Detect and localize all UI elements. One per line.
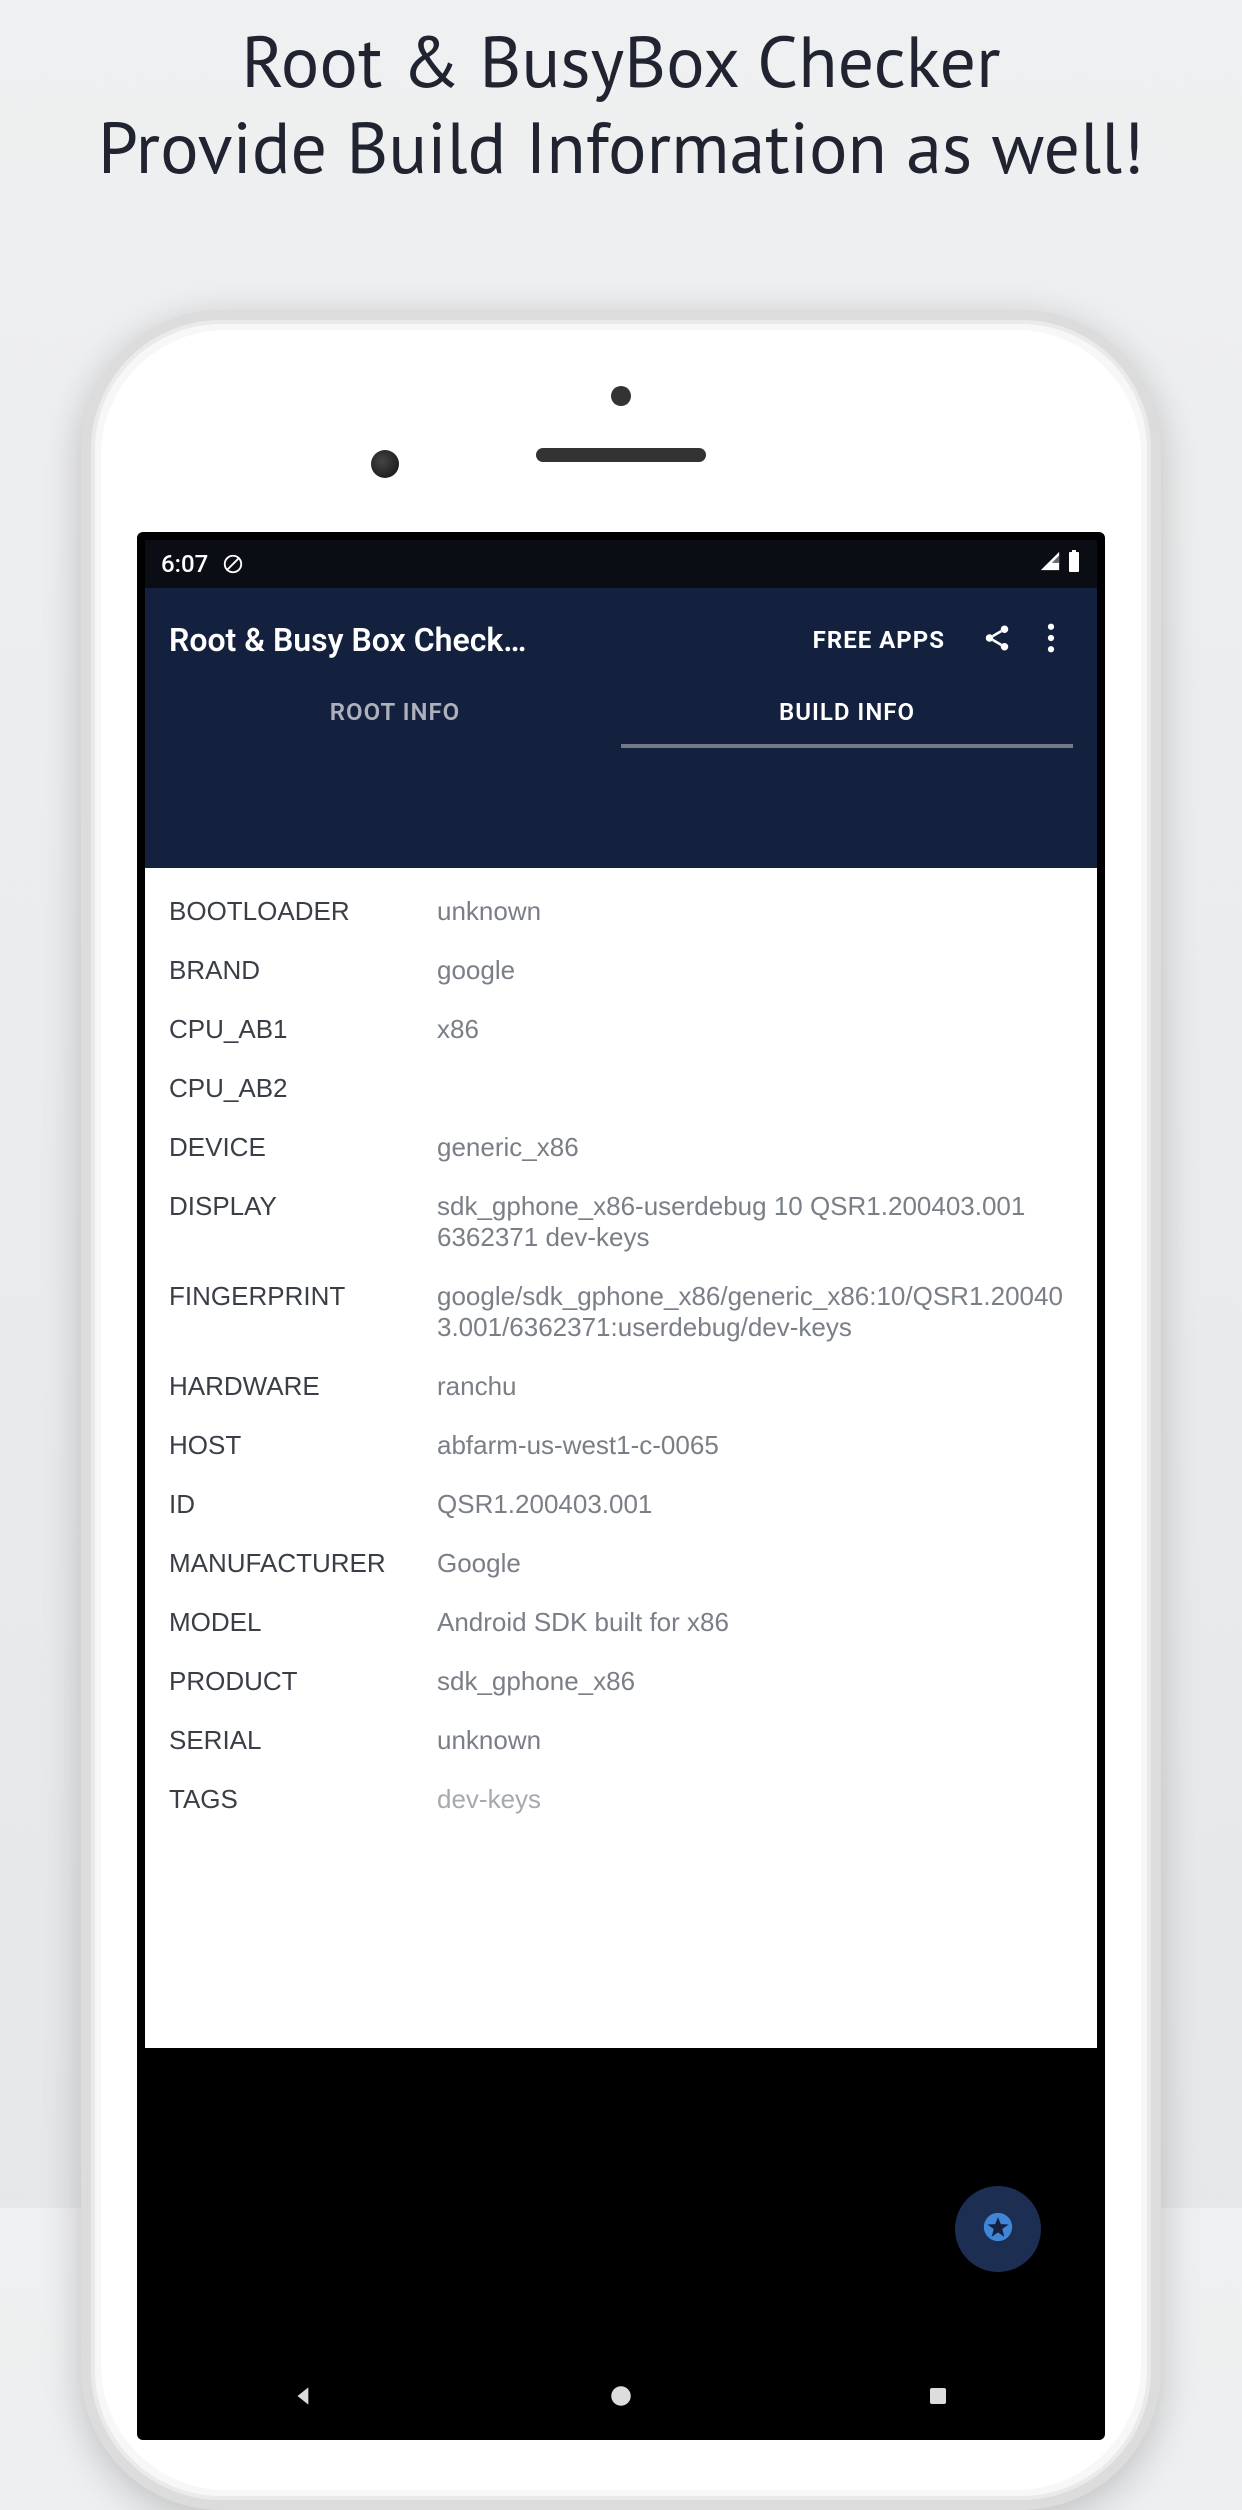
list-item: SERIALunknown — [169, 1725, 1073, 1756]
list-item: CPU_AB2 — [169, 1073, 1073, 1104]
appbar-spacer — [145, 748, 1097, 868]
nav-back-button[interactable] — [284, 2378, 324, 2418]
item-key: HOST — [169, 1430, 437, 1461]
item-key: DISPLAY — [169, 1191, 437, 1253]
phone-sensor-dot — [611, 386, 631, 406]
item-value: google/sdk_gphone_x86/generic_x86:10/QSR… — [437, 1281, 1073, 1343]
item-key: DEVICE — [169, 1132, 437, 1163]
item-key: SERIAL — [169, 1725, 437, 1756]
item-key: BOOTLOADER — [169, 896, 437, 927]
tab-bar: ROOT INFO BUILD INFO — [169, 680, 1073, 748]
tab-root-info[interactable]: ROOT INFO — [169, 680, 621, 748]
share-icon — [982, 623, 1012, 657]
item-key: BRAND — [169, 955, 437, 986]
item-value: sdk_gphone_x86 — [437, 1666, 1073, 1697]
item-value: abfarm-us-west1-c-0065 — [437, 1430, 1073, 1461]
app-bar: Root & Busy Box Check… FREE APPS — [145, 588, 1097, 748]
item-value: QSR1.200403.001 — [437, 1489, 1073, 1520]
item-key: CPU_AB1 — [169, 1014, 437, 1045]
promo-header: Root & BusyBox Checker Provide Build Inf… — [0, 0, 1242, 191]
free-apps-button[interactable]: FREE APPS — [813, 626, 945, 654]
item-key: MANUFACTURER — [169, 1548, 437, 1579]
list-item: HOSTabfarm-us-west1-c-0065 — [169, 1430, 1073, 1461]
star-icon — [981, 2210, 1015, 2248]
list-item: MODELAndroid SDK built for x86 — [169, 1607, 1073, 1638]
list-item: MANUFACTURERGoogle — [169, 1548, 1073, 1579]
list-item: DISPLAYsdk_gphone_x86-userdebug 10 QSR1.… — [169, 1191, 1073, 1253]
android-nav-bar — [145, 2364, 1097, 2432]
share-button[interactable] — [975, 618, 1019, 662]
phone-frame: 6:07 Root & Busy Box Check… FREE APPS — [81, 310, 1161, 2510]
cellular-signal-icon — [1039, 550, 1061, 578]
battery-full-icon — [1067, 549, 1081, 579]
do-not-disturb-icon — [222, 553, 244, 575]
list-item: PRODUCTsdk_gphone_x86 — [169, 1666, 1073, 1697]
phone-screen: 6:07 Root & Busy Box Check… FREE APPS — [137, 532, 1105, 2440]
item-value: sdk_gphone_x86-userdebug 10 QSR1.200403.… — [437, 1191, 1073, 1253]
back-triangle-icon — [291, 2383, 317, 2413]
app-title: Root & Busy Box Check… — [169, 621, 813, 659]
item-value: Google — [437, 1548, 1073, 1579]
item-key: TAGS — [169, 1784, 437, 1815]
item-key: CPU_AB2 — [169, 1073, 437, 1104]
item-key: ID — [169, 1489, 437, 1520]
list-item: HARDWAREranchu — [169, 1371, 1073, 1402]
list-item: DEVICEgeneric_x86 — [169, 1132, 1073, 1163]
item-value: generic_x86 — [437, 1132, 1073, 1163]
build-info-list[interactable]: BOOTLOADERunknown BRANDgoogle CPU_AB1x86… — [145, 868, 1097, 2048]
item-value: dev-keys — [437, 1784, 1073, 1815]
item-value: unknown — [437, 896, 1073, 927]
recent-square-icon — [926, 2384, 950, 2412]
phone-camera — [371, 450, 399, 478]
promo-line1: Root & BusyBox Checker — [20, 18, 1222, 104]
item-value: x86 — [437, 1014, 1073, 1045]
item-value: unknown — [437, 1725, 1073, 1756]
item-value: ranchu — [437, 1371, 1073, 1402]
item-value — [437, 1073, 1073, 1104]
nav-home-button[interactable] — [601, 2378, 641, 2418]
home-circle-icon — [608, 2383, 634, 2413]
status-time: 6:07 — [161, 550, 208, 578]
item-key: PRODUCT — [169, 1666, 437, 1697]
status-bar: 6:07 — [145, 540, 1097, 588]
list-item: IDQSR1.200403.001 — [169, 1489, 1073, 1520]
list-item: BOOTLOADERunknown — [169, 896, 1073, 927]
list-item: CPU_AB1x86 — [169, 1014, 1073, 1045]
list-item: BRANDgoogle — [169, 955, 1073, 986]
item-value: Android SDK built for x86 — [437, 1607, 1073, 1638]
overflow-menu-button[interactable] — [1029, 618, 1073, 662]
list-item: FINGERPRINTgoogle/sdk_gphone_x86/generic… — [169, 1281, 1073, 1343]
item-value: google — [437, 955, 1073, 986]
item-key: FINGERPRINT — [169, 1281, 437, 1343]
item-key: HARDWARE — [169, 1371, 437, 1402]
phone-speaker — [536, 448, 706, 462]
fab-button[interactable] — [955, 2186, 1041, 2272]
more-vert-icon — [1047, 623, 1055, 657]
tab-build-info[interactable]: BUILD INFO — [621, 680, 1073, 748]
list-item: TAGSdev-keys — [169, 1784, 1073, 1815]
item-key: MODEL — [169, 1607, 437, 1638]
promo-line2: Provide Build Information as well! — [20, 104, 1222, 190]
nav-recent-button[interactable] — [918, 2378, 958, 2418]
